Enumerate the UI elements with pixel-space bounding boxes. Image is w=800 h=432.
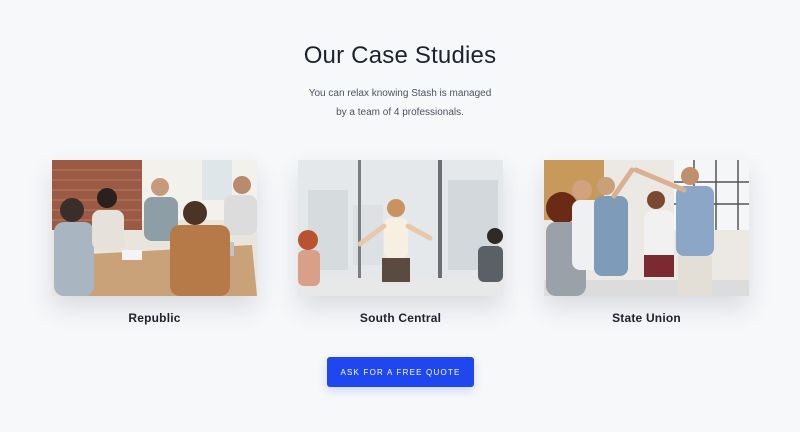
- case-label[interactable]: State Union: [544, 311, 749, 325]
- subtitle-line-2: by a team of 4 professionals.: [336, 107, 464, 118]
- case-study-cards: Republic South Central State Union: [52, 160, 749, 330]
- case-card-state-union[interactable]: State Union: [544, 160, 749, 325]
- subtitle-line-1: You can relax knowing Stash is managed: [308, 88, 492, 99]
- section-subtitle: You can relax knowing Stash is managed b…: [0, 84, 800, 122]
- case-label[interactable]: Republic: [52, 311, 257, 325]
- case-studies-section: Our Case Studies You can relax knowing S…: [0, 0, 800, 432]
- case-image-high-five[interactable]: [544, 160, 749, 296]
- free-quote-button[interactable]: ASK FOR A FREE QUOTE: [327, 357, 474, 387]
- section-title: Our Case Studies: [303, 42, 497, 69]
- case-image-team-meeting[interactable]: [52, 160, 257, 296]
- case-label[interactable]: South Central: [298, 311, 503, 325]
- case-card-republic[interactable]: Republic: [52, 160, 257, 325]
- case-card-south-central[interactable]: South Central: [298, 160, 503, 325]
- case-image-presentation[interactable]: [298, 160, 503, 296]
